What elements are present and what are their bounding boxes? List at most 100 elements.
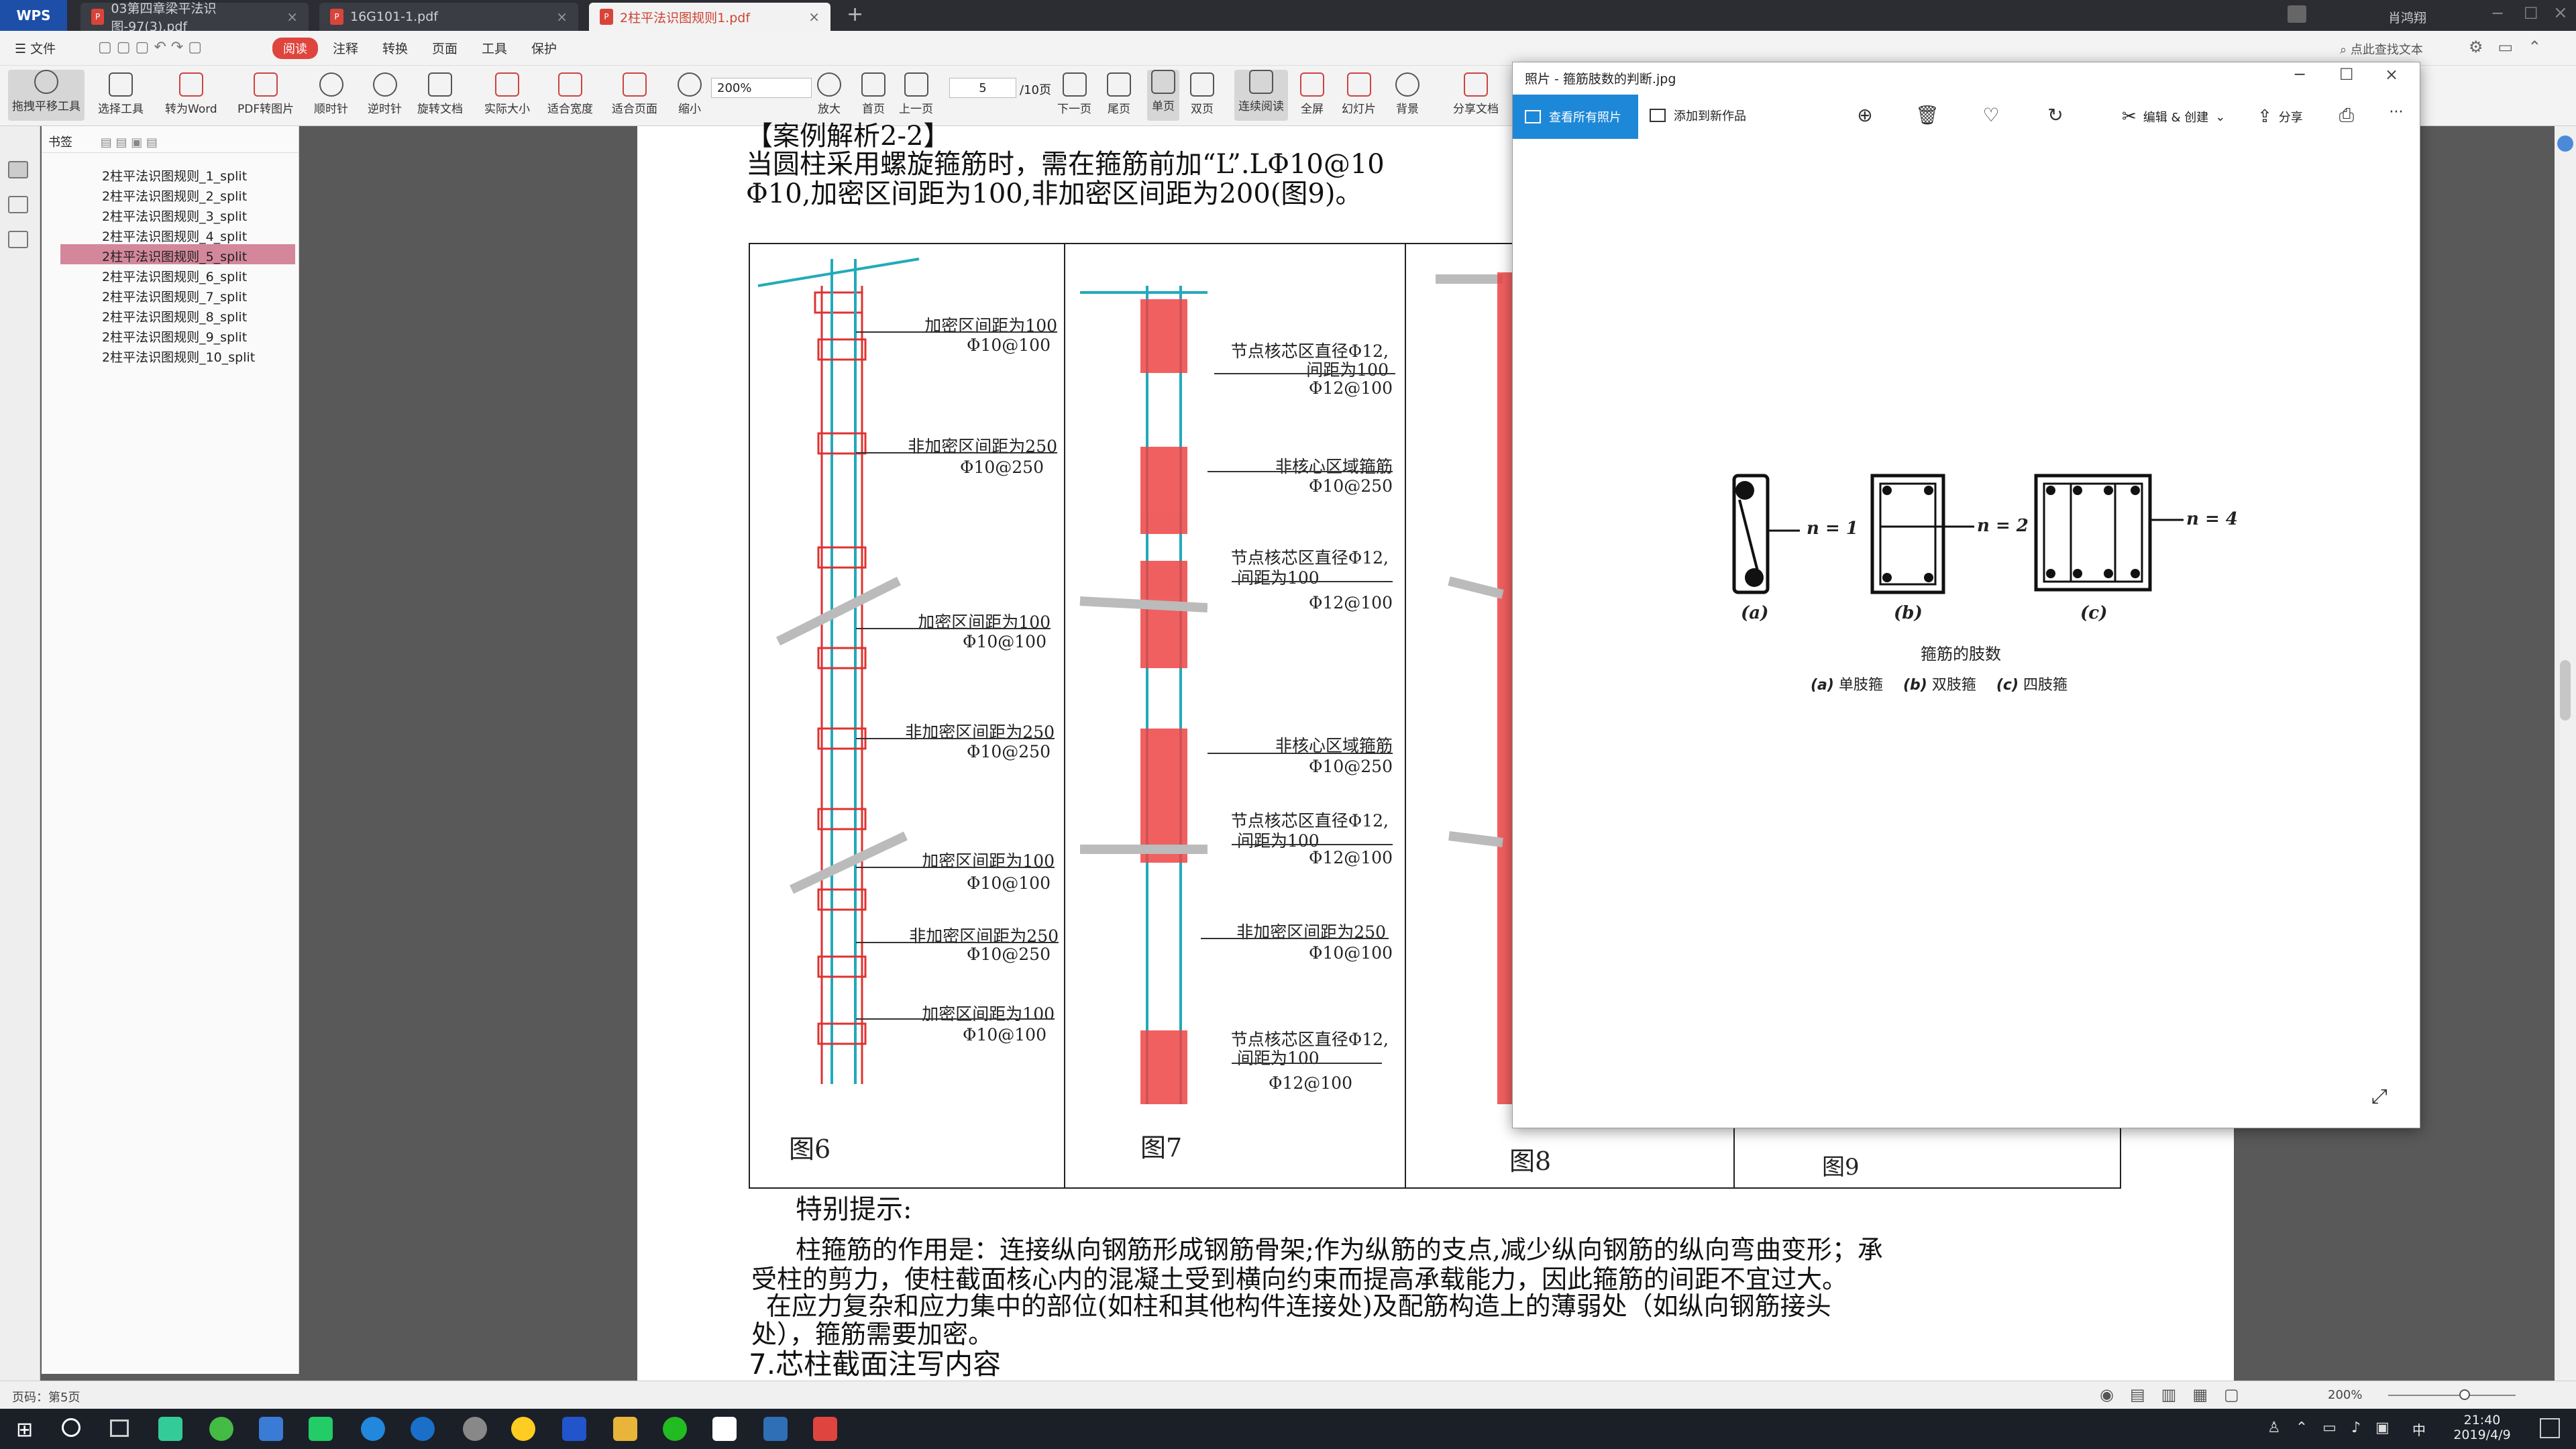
rotate-ccw-button[interactable]: 逆时针 <box>368 72 402 116</box>
maximize-icon[interactable]: ☐ <box>2524 4 2538 23</box>
app-icon-1[interactable] <box>158 1417 182 1441</box>
clock[interactable]: 21:40 2019/4/9 <box>2442 1413 2522 1442</box>
app-icon-2[interactable] <box>209 1417 233 1441</box>
wps-logo[interactable]: WPS <box>0 0 67 31</box>
page-number-input[interactable]: 5 <box>949 78 1016 98</box>
view-all-photos-button[interactable]: 查看所有照片 <box>1513 95 1638 139</box>
fit-page-button[interactable]: 适合页面 <box>612 72 657 116</box>
vertical-scrollbar[interactable] <box>2555 126 2576 1381</box>
app-icon-5[interactable] <box>361 1417 385 1441</box>
zoom-input[interactable]: 200% <box>711 78 812 98</box>
app-icon-3[interactable] <box>259 1417 283 1441</box>
bookmark-item[interactable]: 2柱平法识图规则_1_split <box>60 164 295 184</box>
fit-width-button[interactable]: 适合宽度 <box>547 72 593 116</box>
zoom-out-button[interactable]: 缩小 <box>678 72 702 116</box>
user-name[interactable]: 肖鸿翔 <box>2388 8 2426 26</box>
menu-page[interactable]: 页面 <box>432 39 458 57</box>
continuous-read-button[interactable]: 连续阅读 <box>1234 70 1288 121</box>
new-tab-button[interactable]: + <box>847 3 863 26</box>
prev-page-button[interactable]: 上一页 <box>899 72 933 116</box>
photo-viewer-window[interactable]: 照片 - 箍筋肢数的判断.jpg ─ ☐ × 查看所有照片 添加到新作品 ⊕ 🗑… <box>1512 62 2420 1128</box>
search-text[interactable]: ⌕ 点此查找文本 <box>2340 40 2423 58</box>
select-tool-button[interactable]: 选择工具 <box>98 72 144 116</box>
rotate-cw-button[interactable]: 顺时针 <box>314 72 348 116</box>
expand-icon[interactable]: ⤢ <box>2371 1085 2387 1108</box>
bookmark-item[interactable]: 2柱平法识图规则_9_split <box>60 325 295 345</box>
heart-icon[interactable]: ♡ <box>1980 104 2002 127</box>
share-button[interactable]: ⇪ 分享 <box>2257 107 2303 127</box>
bookmark-item[interactable]: 2柱平法识图规则_7_split <box>60 284 295 305</box>
slideshow-button[interactable]: 幻灯片 <box>1342 72 1376 116</box>
bookmark-item-selected[interactable]: 2柱平法识图规则_5_split <box>60 244 295 264</box>
window-count-icon[interactable] <box>2288 5 2306 23</box>
rotate-icon[interactable]: ↻ <box>2044 104 2067 127</box>
viewer-minimize-icon[interactable]: ─ <box>2295 65 2304 84</box>
photos-app-icon[interactable] <box>763 1417 788 1441</box>
zoom-slider-thumb[interactable] <box>2459 1389 2470 1400</box>
app-icon-9[interactable] <box>712 1417 737 1441</box>
tab-document-1[interactable]: P 03第四章梁平法识图-97(3).pdf × <box>80 1 309 34</box>
menu-convert[interactable]: 转换 <box>382 39 408 57</box>
zoom-icon[interactable]: ⊕ <box>1854 104 1876 127</box>
last-page-button[interactable]: 尾页 <box>1107 72 1131 116</box>
single-page-button[interactable]: 单页 <box>1147 70 1179 121</box>
viewer-maximize-icon[interactable]: ☐ <box>2339 65 2354 84</box>
delete-icon[interactable]: 🗑 <box>1915 104 1939 127</box>
wechat-icon[interactable] <box>663 1417 687 1441</box>
hand-tool-button[interactable]: 拖拽平移工具 <box>8 70 85 121</box>
menu-file[interactable]: ☰ 文件 <box>15 39 56 57</box>
task-view-icon[interactable] <box>110 1419 129 1437</box>
rotate-doc-button[interactable]: 旋转文档 <box>417 72 463 116</box>
menu-right-icons[interactable]: ⚙ ▭ ⌃ <box>2469 38 2541 56</box>
search-circle-icon[interactable] <box>62 1418 80 1437</box>
first-page-button[interactable]: 首页 <box>861 72 885 116</box>
app-icon-7[interactable] <box>463 1417 487 1441</box>
menu-tools[interactable]: 工具 <box>482 39 507 57</box>
fullscreen-button[interactable]: 全屏 <box>1300 72 1324 116</box>
bookmark-item[interactable]: 2柱平法识图规则_2_split <box>60 184 295 204</box>
viewer-close-icon[interactable]: × <box>2385 65 2398 84</box>
assistant-icon[interactable] <box>2557 136 2573 152</box>
bookmark-item[interactable]: 2柱平法识图规则_10_split <box>60 345 295 365</box>
bookmark-tool-icons[interactable]: ▤ ▤ ▣ ▤ <box>101 136 158 150</box>
minimize-icon[interactable]: ─ <box>2493 4 2502 23</box>
close-window-icon[interactable]: × <box>2553 3 2568 23</box>
thumbnail-panel-icon[interactable] <box>8 196 28 213</box>
background-button[interactable]: 背景 <box>1395 72 1419 116</box>
edit-create-button[interactable]: ✂ 编辑 & 创建 ⌄ <box>2122 107 2225 127</box>
next-page-button[interactable]: 下一页 <box>1057 72 1091 116</box>
bookmark-panel-icon[interactable] <box>8 161 28 178</box>
app-icon-4[interactable] <box>309 1417 333 1441</box>
bookmark-item[interactable]: 2柱平法识图规则_4_split <box>60 224 295 244</box>
tab-document-3[interactable]: P 2柱平法识图规则1.pdf × <box>589 3 830 31</box>
system-tray-icons[interactable]: ♙ ⌃ ▭ ♪ ▣ <box>2267 1419 2390 1436</box>
bookmark-item[interactable]: 2柱平法识图规则_6_split <box>60 264 295 284</box>
actual-size-button[interactable]: 实际大小 <box>484 72 530 116</box>
annotation-panel-icon[interactable] <box>8 231 28 248</box>
menu-protect[interactable]: 保护 <box>531 39 557 57</box>
notification-icon[interactable] <box>2540 1418 2560 1438</box>
close-icon[interactable]: × <box>286 9 298 25</box>
app-icon-8[interactable] <box>562 1417 586 1441</box>
close-icon[interactable]: × <box>556 9 568 25</box>
zoom-in-button[interactable]: 放大 <box>817 72 841 116</box>
print-icon[interactable]: ⎙ <box>2335 104 2358 127</box>
wps-pdf-icon[interactable] <box>813 1417 837 1441</box>
chrome-icon[interactable] <box>511 1417 535 1441</box>
scrollbar-thumb[interactable] <box>2560 660 2571 720</box>
zoom-slider[interactable] <box>2388 1389 2516 1400</box>
more-icon[interactable]: ··· <box>2385 104 2408 127</box>
bookmark-item[interactable]: 2柱平法识图规则_3_split <box>60 204 295 224</box>
file-explorer-icon[interactable] <box>613 1417 637 1441</box>
tab-document-2[interactable]: P 16G101-1.pdf × <box>319 3 578 31</box>
menu-read[interactable]: 阅读 <box>272 38 318 59</box>
pdf-to-image-button[interactable]: PDF转图片 <box>237 72 294 116</box>
bookmark-item[interactable]: 2柱平法识图规则_8_split <box>60 305 295 325</box>
ime-language[interactable]: 中 <box>2412 1419 2426 1439</box>
close-icon[interactable]: × <box>808 9 820 25</box>
double-page-button[interactable]: 双页 <box>1190 72 1214 116</box>
view-mode-icons[interactable]: ◉ ▤ ▥ ▦ ▢ <box>2100 1385 2239 1404</box>
quick-access-icons[interactable]: ▢ ▢ ▢ ↶ ↷ ▢ <box>98 39 252 56</box>
to-word-button[interactable]: 转为Word <box>165 72 217 116</box>
displayed-image[interactable]: n = 1 n = 2 n = 4 (a) (b) (c) 箍筋的肢数 (a) … <box>1719 466 2241 802</box>
